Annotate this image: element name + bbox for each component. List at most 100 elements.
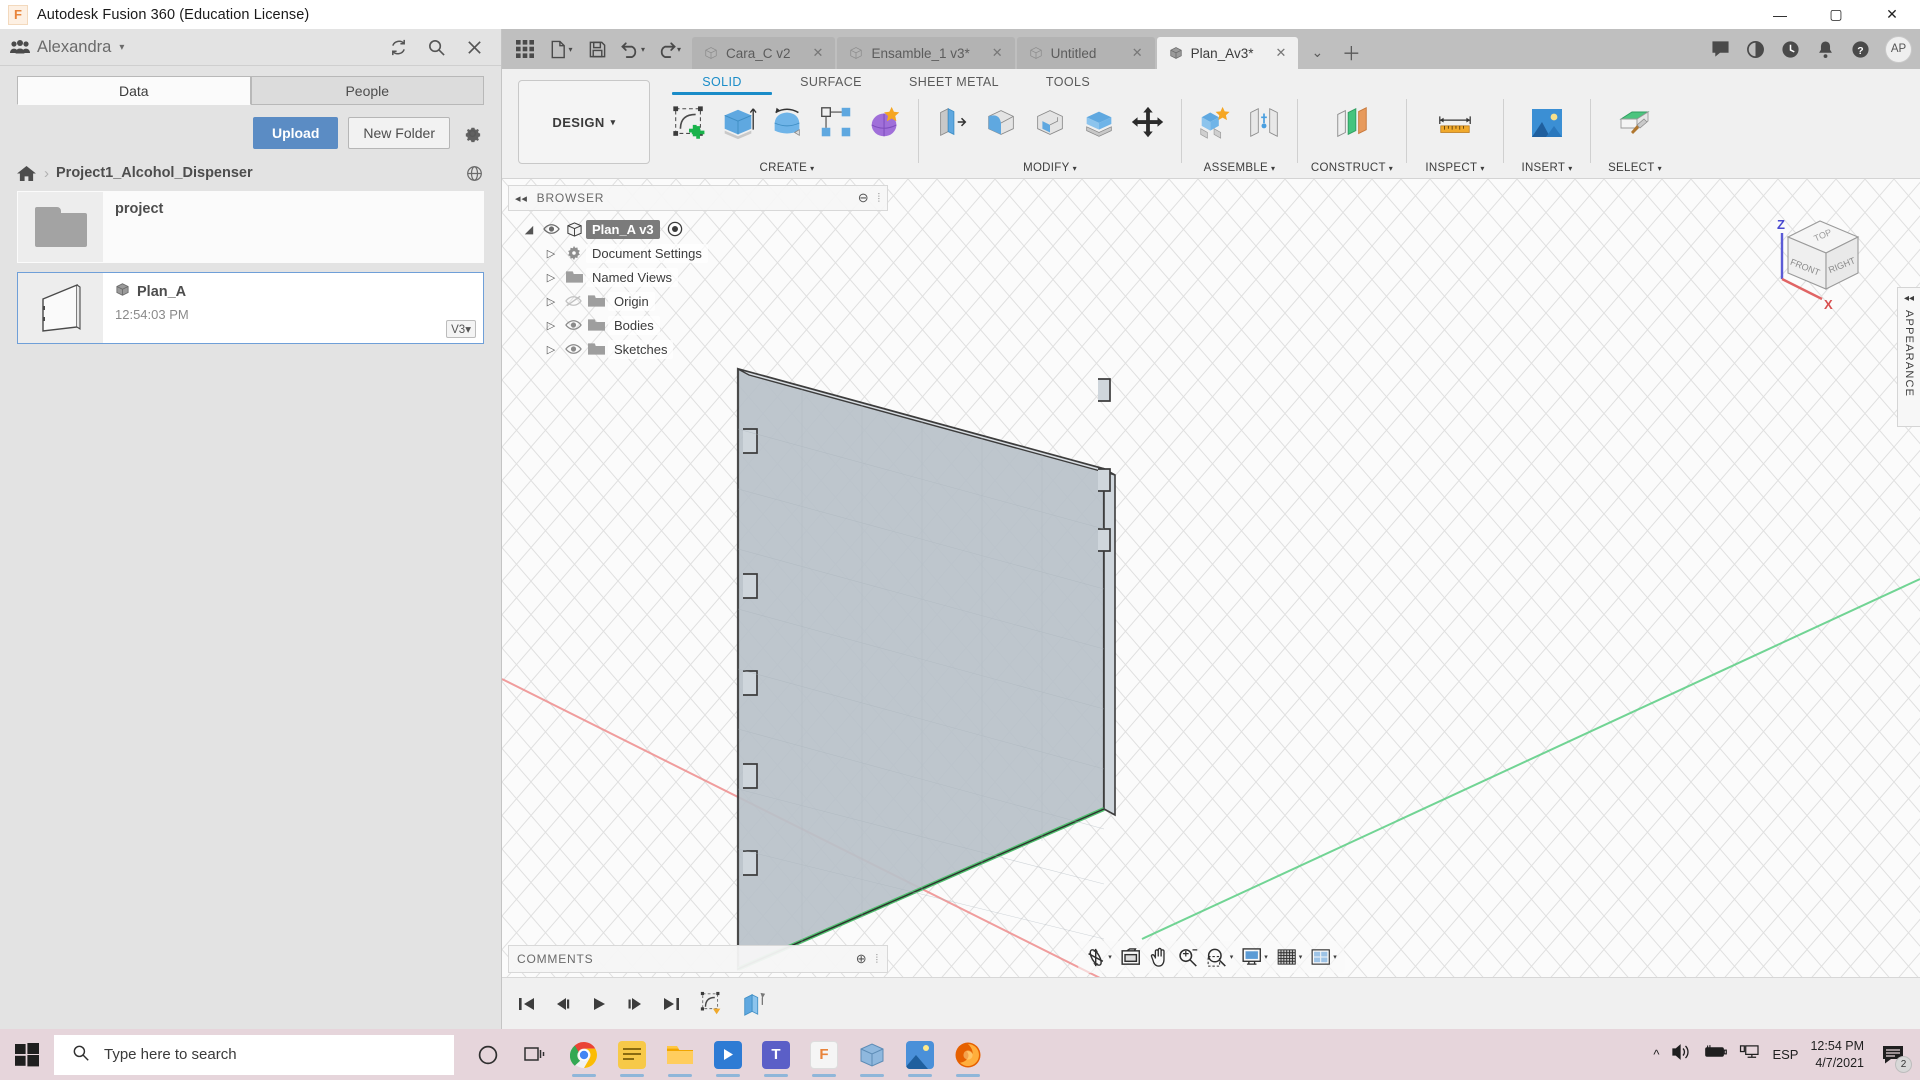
help-icon[interactable]: ?: [1844, 32, 1876, 66]
measure-icon[interactable]: [1432, 98, 1478, 148]
timeline-begin-icon[interactable]: [512, 989, 542, 1019]
activate-radio-icon[interactable]: [664, 221, 686, 237]
visibility-eye-off-icon[interactable]: [562, 295, 584, 307]
timeline-step-back-icon[interactable]: [548, 989, 578, 1019]
tray-expand-chevron-icon[interactable]: ^: [1653, 1047, 1659, 1062]
timeline-feature-extrude[interactable]: [738, 988, 770, 1020]
insert-image-icon[interactable]: [1524, 98, 1570, 148]
collapse-icon[interactable]: ◂◂: [515, 192, 528, 205]
maximize-button[interactable]: ▢: [1808, 0, 1864, 29]
pin-icon[interactable]: ⊖: [858, 190, 870, 206]
resize-grip[interactable]: ⦙: [878, 191, 882, 206]
form-create-icon[interactable]: [862, 98, 908, 148]
teams-icon[interactable]: T: [754, 1031, 798, 1079]
taskbar-search-box[interactable]: Type here to search: [54, 1035, 454, 1075]
close-icon[interactable]: ✕: [978, 45, 1003, 61]
timeline-feature-sketch[interactable]: [696, 988, 728, 1020]
network-icon[interactable]: [1739, 1044, 1760, 1066]
task-view-icon[interactable]: [514, 1031, 558, 1079]
tab-data[interactable]: Data: [17, 76, 251, 105]
tree-node-sketches[interactable]: ▷ Sketches: [508, 337, 888, 361]
list-item-design[interactable]: Plan_A 12:54:03 PM V3▾: [17, 272, 484, 344]
undo-icon[interactable]: ▾: [616, 32, 650, 66]
language-indicator[interactable]: ESP: [1772, 1047, 1798, 1062]
cortana-icon[interactable]: [466, 1031, 510, 1079]
grid-menu-icon[interactable]: [508, 32, 542, 66]
workspace-selector[interactable]: DESIGN ▾: [518, 80, 650, 164]
fillet-icon[interactable]: [978, 98, 1024, 148]
display-settings-icon[interactable]: ▾: [1238, 943, 1271, 971]
comments-icon[interactable]: [1704, 32, 1736, 66]
windows-start-icon[interactable]: [0, 1029, 54, 1080]
extrude-icon[interactable]: [715, 98, 761, 148]
photos-icon[interactable]: [898, 1031, 942, 1079]
search-icon[interactable]: [425, 36, 447, 58]
document-tab-cara-c[interactable]: Cara_C v2 ✕: [692, 37, 835, 69]
file-explorer-icon[interactable]: [658, 1031, 702, 1079]
globe-icon[interactable]: [464, 163, 484, 183]
tab-overflow-caret-icon[interactable]: ⌄: [1300, 35, 1334, 69]
expand-arrow-icon[interactable]: ▷: [540, 343, 562, 356]
inventor-icon[interactable]: [850, 1031, 894, 1079]
new-component-icon[interactable]: [1192, 98, 1238, 148]
orbit-icon[interactable]: ▾: [1082, 943, 1115, 971]
taskbar-clock[interactable]: 12:54 PM 4/7/2021: [1810, 1038, 1864, 1072]
upload-button[interactable]: Upload: [253, 117, 338, 149]
recent-icon[interactable]: [1774, 32, 1806, 66]
action-center-icon[interactable]: 2: [1876, 1038, 1910, 1072]
comments-panel[interactable]: COMMENTS ⊕ ⦙: [508, 945, 888, 973]
close-icon[interactable]: ✕: [1118, 45, 1143, 61]
save-icon[interactable]: [580, 32, 614, 66]
new-document-tab-button[interactable]: ＋: [1334, 35, 1368, 69]
new-folder-button[interactable]: New Folder: [348, 117, 450, 149]
expand-arrow-icon[interactable]: ▷: [540, 319, 562, 332]
document-tab-plan-a[interactable]: Plan_Av3* ✕: [1157, 37, 1299, 69]
visibility-eye-icon[interactable]: [562, 319, 584, 331]
expand-arrow-icon[interactable]: ▷: [540, 271, 562, 284]
chrome-icon[interactable]: [562, 1031, 606, 1079]
close-panel-icon[interactable]: [463, 36, 485, 58]
viewcube[interactable]: TOP FRONT RIGHT Z X: [1758, 197, 1878, 322]
zoom-window-icon[interactable]: ▾: [1203, 943, 1237, 971]
viewport[interactable]: ◂◂ BROWSER ⊖ ⦙ ◢ Plan_A v3: [502, 179, 1920, 1029]
sticky-notes-icon[interactable]: [610, 1031, 654, 1079]
timeline-play-icon[interactable]: [584, 989, 614, 1019]
pin-icon[interactable]: ⊕: [856, 951, 868, 967]
joint-icon[interactable]: [1241, 98, 1287, 148]
gear-icon[interactable]: [460, 121, 484, 145]
redo-icon[interactable]: ▾: [652, 32, 686, 66]
tree-node-named-views[interactable]: ▷ Named Views: [508, 265, 888, 289]
press-pull-icon[interactable]: [929, 98, 975, 148]
resize-grip[interactable]: ⦙: [876, 952, 880, 967]
new-file-icon[interactable]: ▾: [544, 32, 578, 66]
revolve-icon[interactable]: [764, 98, 810, 148]
timeline-end-icon[interactable]: [656, 989, 686, 1019]
volume-icon[interactable]: [1671, 1043, 1691, 1066]
breadcrumb-project-name[interactable]: Project1_Alcohol_Dispenser: [56, 165, 253, 181]
tree-node-plan-a[interactable]: ◢ Plan_A v3: [508, 217, 888, 241]
expand-arrow-icon[interactable]: ◢: [518, 223, 540, 236]
grid-snaps-icon[interactable]: ▾: [1273, 943, 1306, 971]
offset-face-icon[interactable]: [1076, 98, 1122, 148]
pattern-icon[interactable]: [813, 98, 859, 148]
expand-arrow-icon[interactable]: ▷: [540, 247, 562, 260]
tree-node-document-settings[interactable]: ▷ Document Settings: [508, 241, 888, 265]
collapse-icon[interactable]: ◂◂: [1904, 293, 1914, 304]
pan-icon[interactable]: [1146, 943, 1172, 971]
home-icon[interactable]: [17, 164, 37, 182]
current-user-label[interactable]: Alexandra: [37, 38, 111, 57]
battery-icon[interactable]: [1703, 1044, 1727, 1065]
movies-tv-icon[interactable]: [706, 1031, 750, 1079]
select-paint-icon[interactable]: [1612, 98, 1658, 148]
close-icon[interactable]: ✕: [799, 45, 824, 61]
user-menu-caret-icon[interactable]: ▾: [119, 42, 124, 53]
document-tab-ensamble-1[interactable]: Ensamble_1 v3* ✕: [837, 37, 1014, 69]
expand-arrow-icon[interactable]: ▷: [540, 295, 562, 308]
zoom-icon[interactable]: [1174, 943, 1201, 971]
viewports-icon[interactable]: ▾: [1307, 943, 1340, 971]
refresh-icon[interactable]: [387, 36, 409, 58]
notifications-icon[interactable]: [1809, 32, 1841, 66]
create-sketch-icon[interactable]: [666, 98, 712, 148]
minimize-button[interactable]: —: [1752, 0, 1808, 29]
document-tab-untitled[interactable]: Untitled ✕: [1017, 37, 1155, 69]
